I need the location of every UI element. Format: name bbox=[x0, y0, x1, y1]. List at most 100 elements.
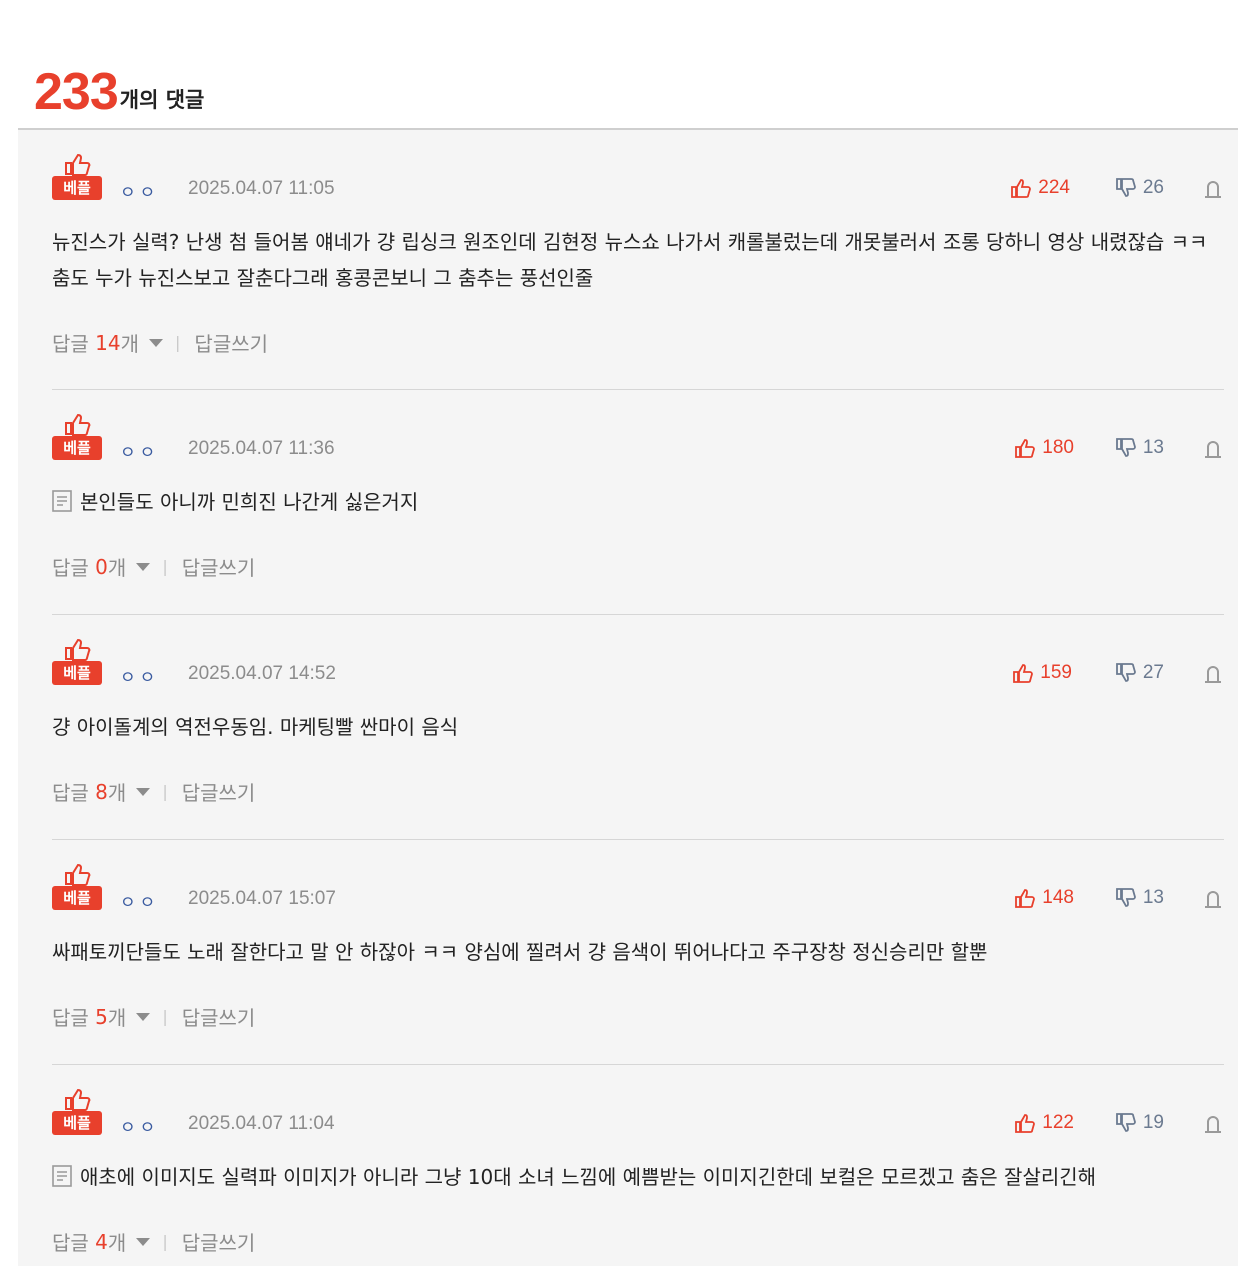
reply-unit: 개 bbox=[107, 1231, 127, 1255]
reply-toggle[interactable]: 답글 14 개 | 답글쓰기 bbox=[52, 328, 268, 357]
dislike-button[interactable]: 13 bbox=[1115, 437, 1164, 459]
best-reply-badge: 베플 bbox=[52, 862, 102, 912]
like-count: 180 bbox=[1042, 437, 1074, 458]
reply-toggle[interactable]: 답글 4개 | 답글쓰기 bbox=[52, 1227, 255, 1256]
divider: | bbox=[162, 782, 168, 801]
thumbs-up-icon bbox=[1015, 889, 1036, 908]
reply-label: 답글 bbox=[52, 781, 89, 805]
thumbs-up-icon bbox=[1013, 664, 1034, 683]
dislike-count: 19 bbox=[1142, 1112, 1164, 1133]
best-reply-label: 베플 bbox=[52, 436, 102, 460]
note-icon bbox=[52, 490, 72, 512]
reply-count: 5 bbox=[95, 1004, 108, 1029]
thumbs-up-icon bbox=[1011, 179, 1032, 198]
comment-count: 233 bbox=[34, 63, 119, 121]
reply-count: 0 bbox=[95, 554, 108, 579]
caret-down-icon bbox=[136, 1012, 151, 1021]
dislike-button[interactable]: 19 bbox=[1115, 1112, 1164, 1134]
reply-count: 4 bbox=[95, 1229, 108, 1254]
comment-count-header: 233 개의 댓글 bbox=[34, 58, 204, 118]
divider: | bbox=[175, 333, 181, 352]
like-button[interactable]: 148 bbox=[1014, 887, 1074, 909]
like-count: 159 bbox=[1040, 662, 1072, 683]
reply-toggle[interactable]: 답글 8개 | 답글쓰기 bbox=[52, 777, 255, 806]
like-count: 122 bbox=[1042, 1112, 1074, 1133]
like-count: 224 bbox=[1038, 177, 1070, 198]
report-icon[interactable] bbox=[1202, 1115, 1224, 1135]
reply-label: 답글 bbox=[52, 1231, 89, 1255]
thumbs-down-icon bbox=[1115, 888, 1136, 907]
write-reply-button[interactable]: 답글쓰기 bbox=[194, 328, 268, 357]
like-button[interactable]: 224 bbox=[1010, 177, 1070, 199]
thumbs-up-icon bbox=[65, 153, 91, 176]
thumbs-up-icon bbox=[65, 1088, 91, 1111]
reply-label: 답글 bbox=[52, 556, 89, 580]
caret-down-icon bbox=[136, 562, 151, 571]
thumbs-up-icon bbox=[65, 638, 91, 661]
comment-text: 본인들도 아니까 민희진 나간게 싫은거지 bbox=[80, 490, 419, 514]
comment-date: 2025.04.07 15:07 bbox=[188, 888, 336, 909]
dislike-button[interactable]: 26 bbox=[1115, 177, 1164, 199]
dislike-count: 13 bbox=[1142, 887, 1164, 908]
reply-unit: 개 bbox=[107, 1006, 127, 1030]
report-icon[interactable] bbox=[1202, 665, 1224, 685]
dislike-button[interactable]: 13 bbox=[1115, 887, 1164, 909]
comment-text: 걍 아이돌계의 역전우동임. 마케팅빨 싼마이 음식 bbox=[52, 715, 459, 739]
comment-text: 뉴진스가 실력? 난생 첨 들어봄 얘네가 걍 립싱크 원조인데 김현정 뉴스쇼… bbox=[52, 230, 1208, 290]
best-reply-label: 베플 bbox=[52, 886, 102, 910]
best-reply-badge: 베플 bbox=[52, 1087, 102, 1137]
caret-down-icon bbox=[149, 338, 164, 347]
commenter-nickname[interactable]: ㅇㅇ bbox=[120, 1113, 159, 1138]
best-reply-label: 베플 bbox=[52, 661, 102, 685]
thumbs-down-icon bbox=[1115, 663, 1136, 682]
reply-unit: 개 bbox=[107, 781, 127, 805]
comment-item: 베플 ㅇㅇ 2025.04.07 11:36 180 13 본인들도 아니까 민… bbox=[52, 390, 1224, 615]
report-icon[interactable] bbox=[1202, 440, 1224, 460]
thumbs-down-icon bbox=[1115, 1113, 1136, 1132]
comment-text: 애초에 이미지도 실력파 이미지가 아니라 그냥 10대 소녀 느낌에 예쁨받는… bbox=[80, 1165, 1097, 1189]
best-reply-badge: 베플 bbox=[52, 412, 102, 462]
write-reply-button[interactable]: 답글쓰기 bbox=[182, 552, 256, 581]
comment-text-row: 애초에 이미지도 실력파 이미지가 아니라 그냥 10대 소녀 느낌에 예쁨받는… bbox=[52, 1159, 1214, 1195]
best-reply-badge: 베플 bbox=[52, 637, 102, 687]
comment-item: 베플 ㅇㅇ 2025.04.07 14:52 159 27 걍 아이돌계의 역전… bbox=[52, 615, 1224, 840]
commenter-nickname[interactable]: ㅇㅇ bbox=[120, 888, 159, 913]
report-icon[interactable] bbox=[1202, 180, 1224, 200]
divider: | bbox=[162, 557, 168, 576]
like-button[interactable]: 159 bbox=[1012, 662, 1072, 684]
best-reply-label: 베플 bbox=[52, 1111, 102, 1135]
divider: | bbox=[162, 1232, 168, 1251]
report-icon[interactable] bbox=[1202, 890, 1224, 910]
like-count: 148 bbox=[1042, 887, 1074, 908]
comment-item: 베플 ㅇㅇ 2025.04.07 11:05 224 26 뉴진스가 실력? 난… bbox=[52, 130, 1224, 390]
write-reply-button[interactable]: 답글쓰기 bbox=[182, 1227, 256, 1256]
commenter-nickname[interactable]: ㅇㅇ bbox=[120, 178, 159, 203]
reply-count: 8 bbox=[95, 779, 108, 804]
reply-count: 14 bbox=[95, 330, 121, 355]
commenter-nickname[interactable]: ㅇㅇ bbox=[120, 663, 159, 688]
dislike-button[interactable]: 27 bbox=[1115, 662, 1164, 684]
comment-date: 2025.04.07 11:05 bbox=[188, 178, 335, 199]
reply-toggle[interactable]: 답글 5개 | 답글쓰기 bbox=[52, 1002, 255, 1031]
dislike-count: 26 bbox=[1142, 177, 1164, 198]
caret-down-icon bbox=[136, 1237, 151, 1246]
comment-text: 싸패토끼단들도 노래 잘한다고 말 안 하잖아 ㅋㅋ 양심에 찔려서 걍 음색이… bbox=[52, 940, 988, 964]
comment-date: 2025.04.07 11:36 bbox=[188, 438, 335, 459]
write-reply-button[interactable]: 답글쓰기 bbox=[182, 777, 256, 806]
best-reply-badge: 베플 bbox=[52, 152, 102, 202]
like-button[interactable]: 180 bbox=[1014, 437, 1074, 459]
comment-item: 베플 ㅇㅇ 2025.04.07 15:07 148 13 싸패토끼단들도 노래… bbox=[52, 840, 1224, 1065]
like-button[interactable]: 122 bbox=[1014, 1112, 1074, 1134]
comment-count-label: 개의 댓글 bbox=[119, 88, 205, 112]
reply-label: 답글 bbox=[52, 332, 89, 356]
write-reply-button[interactable]: 답글쓰기 bbox=[182, 1002, 256, 1031]
divider: | bbox=[162, 1007, 168, 1026]
commenter-nickname[interactable]: ㅇㅇ bbox=[120, 438, 159, 463]
thumbs-down-icon bbox=[1115, 438, 1136, 457]
reply-toggle[interactable]: 답글 0개 | 답글쓰기 bbox=[52, 552, 255, 581]
reply-label: 답글 bbox=[52, 1006, 89, 1030]
caret-down-icon bbox=[136, 787, 151, 796]
note-icon bbox=[52, 1165, 72, 1187]
comment-date: 2025.04.07 11:04 bbox=[188, 1113, 335, 1134]
comment-date: 2025.04.07 14:52 bbox=[188, 663, 336, 684]
